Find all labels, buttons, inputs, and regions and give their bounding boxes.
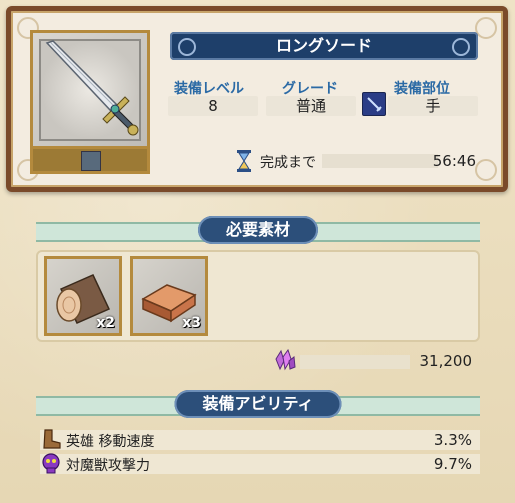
material-slot-ingot[interactable]: x3: [130, 256, 208, 336]
item-name: ロングソード: [275, 36, 372, 55]
material-count: x2: [96, 315, 115, 331]
abilities-header: 装備アビリティ: [36, 390, 480, 418]
material-count: x3: [182, 315, 201, 331]
stat-label-level: 装備レベル: [174, 81, 244, 97]
hourglass-icon: [237, 150, 251, 172]
longsword-icon: [45, 40, 139, 136]
corner-ornament: [475, 17, 497, 39]
ornament-icon: [452, 38, 470, 56]
materials-header-label: 必要素材: [197, 216, 319, 244]
stat-value-level: 8: [168, 96, 258, 116]
slot-gem-icon: [81, 151, 101, 171]
ability-row: 英雄 移動速度 3.3%: [40, 428, 480, 450]
material-slot-wood[interactable]: x2: [44, 256, 122, 336]
hand-slot-icon: [362, 92, 386, 116]
ability-value: 9.7%: [433, 455, 472, 473]
stat-label-grade: グレード: [282, 81, 338, 97]
cost-value: 31,200: [419, 352, 473, 370]
timer-bar: [322, 154, 438, 168]
ability-value: 3.3%: [433, 431, 472, 449]
crafting-detail-page: ロングソード 装備レベル 8 グレード 普通 装備部位 手 完成まで 56:46…: [0, 0, 515, 503]
ability-label: 英雄 移動速度: [66, 434, 155, 450]
corner-ornament: [475, 159, 497, 181]
craft-timer-row: 完成まで 56:46: [236, 150, 476, 172]
ability-label: 対魔獣攻撃力: [66, 458, 150, 474]
timer-value: 56:46: [432, 152, 476, 170]
item-portrait[interactable]: [30, 30, 150, 150]
abilities-header-label: 装備アビリティ: [174, 390, 342, 418]
stat-label-slot: 装備部位: [394, 81, 450, 97]
materials-header: 必要素材: [36, 216, 480, 244]
item-name-bar: ロングソード: [170, 32, 478, 60]
ability-row: 対魔獣攻撃力 9.7%: [40, 452, 480, 474]
stat-value-slot: 手: [388, 96, 478, 116]
stat-value-grade: 普通: [266, 96, 356, 116]
cost-row: 31,200: [40, 349, 480, 373]
ornament-icon: [178, 38, 196, 56]
crystal-icon: [275, 349, 296, 371]
boot-icon: [43, 429, 61, 449]
item-slot-strip: [30, 146, 150, 174]
cost-bar: [300, 355, 410, 369]
timer-label: 完成まで: [260, 155, 316, 171]
beast-skull-icon: [42, 453, 60, 474]
